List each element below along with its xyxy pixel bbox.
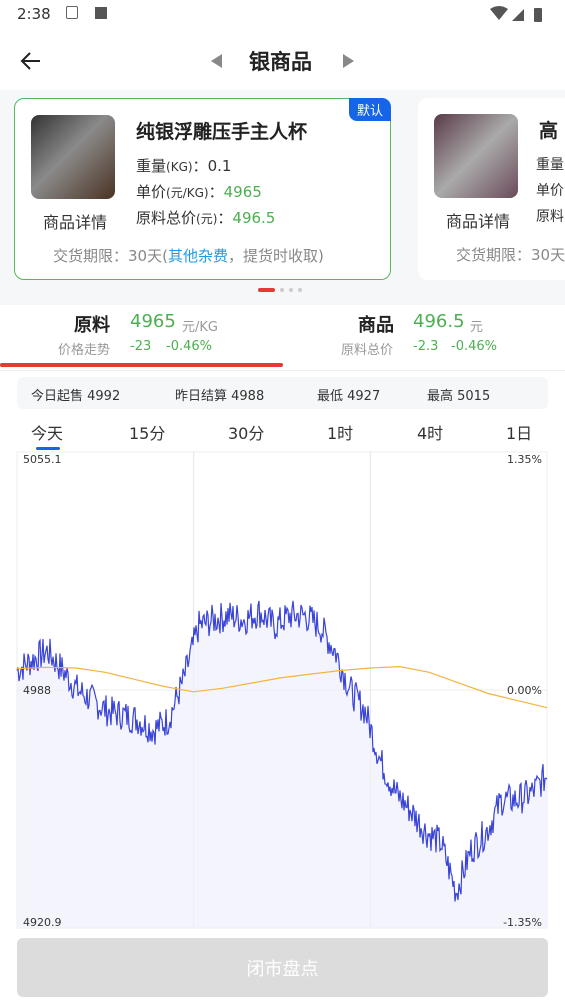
y-tick-bottom: 4920.9 bbox=[23, 916, 62, 929]
carousel-indicator bbox=[258, 288, 302, 292]
total-price-row: 原料总价(元)：496.5 bbox=[136, 209, 276, 227]
raw-label: 原料 bbox=[74, 315, 110, 336]
raw-price: 4965 bbox=[130, 311, 176, 332]
weight-row: 重量(KG)：0.1 bbox=[136, 157, 232, 175]
period-tabs: 今天 15分 30分 1时 4时 1日 bbox=[0, 416, 565, 452]
pct-tick-top: 1.35% bbox=[507, 453, 542, 466]
open-price: 今日起售 4992 bbox=[31, 389, 121, 404]
tab-15min[interactable]: 15分 bbox=[129, 420, 165, 444]
price-summary: 原料 4965 元/KG 价格走势 -23 -0.46% 商品 496.5 元 … bbox=[0, 305, 565, 371]
market-close-inventory-button[interactable]: 闭市盘点 bbox=[17, 938, 548, 997]
status-bar: 2:38 bbox=[0, 0, 565, 30]
pct-tick-bottom: -1.35% bbox=[503, 916, 542, 929]
product-card[interactable]: 商品详情 纯银浮雕压手主人杯 重量(KG)：0.1 单价(元/KG)：4965 … bbox=[14, 98, 391, 280]
product-carousel[interactable]: 商品详情 纯银浮雕压手主人杯 重量(KG)：0.1 单价(元/KG)：4965 … bbox=[0, 90, 565, 305]
product-name: 高 bbox=[539, 120, 559, 142]
page-title: 银商品 bbox=[249, 50, 312, 74]
total-price-row: 原料 bbox=[536, 209, 564, 225]
product-name: 纯银浮雕压手主人杯 bbox=[136, 121, 308, 143]
wifi-icon bbox=[490, 6, 508, 20]
y-tick-top: 5055.1 bbox=[23, 453, 62, 466]
active-tab-underline bbox=[0, 363, 283, 367]
goods-label: 商品 bbox=[358, 315, 394, 336]
raw-sub-label: 价格走势 bbox=[58, 343, 111, 358]
market-info-bar: 今日起售 4992 昨日结算 4988 最低 4927 最高 5015 bbox=[17, 377, 548, 409]
tab-1day[interactable]: 1日 bbox=[506, 420, 532, 444]
product-image[interactable] bbox=[31, 115, 115, 199]
goods-tab[interactable]: 商品 496.5 元 原料总价 -2.3 -0.46% bbox=[283, 305, 565, 371]
other-fees-link[interactable]: 其他杂费 bbox=[168, 247, 228, 265]
default-badge: 默认 bbox=[348, 98, 391, 121]
raw-pct: -0.46% bbox=[166, 339, 212, 354]
clipboard-icon bbox=[66, 6, 78, 19]
a-box-icon bbox=[95, 7, 107, 19]
triangle-left-icon[interactable] bbox=[211, 54, 223, 68]
settle-price: 昨日结算 4988 bbox=[175, 389, 265, 404]
product-detail-link[interactable]: 商品详情 bbox=[25, 209, 125, 233]
low-price: 最低 4927 bbox=[317, 389, 381, 404]
goods-change: -2.3 bbox=[413, 339, 439, 354]
arrow-left-icon[interactable] bbox=[20, 50, 42, 72]
delivery-term: 交货期限：30天 bbox=[456, 246, 565, 264]
battery-icon bbox=[534, 8, 542, 22]
high-price: 最高 5015 bbox=[427, 389, 491, 404]
pct-tick-mid: 0.00% bbox=[507, 684, 542, 697]
tab-30min[interactable]: 30分 bbox=[228, 420, 264, 444]
header: 银商品 bbox=[0, 36, 565, 86]
goods-sub-label: 原料总价 bbox=[341, 343, 394, 358]
goods-price: 496.5 bbox=[413, 311, 465, 332]
signal-icon bbox=[512, 9, 524, 21]
goods-pct: -0.46% bbox=[451, 339, 497, 354]
unit-price-row: 单价(元/KG)：4965 bbox=[136, 183, 262, 201]
product-image[interactable] bbox=[434, 114, 518, 198]
raw-change: -23 bbox=[130, 339, 152, 354]
y-tick-mid: 4988 bbox=[23, 684, 51, 697]
delivery-term: 交货期限：30天(其他杂费，提货时收取) bbox=[53, 247, 324, 265]
product-detail-link[interactable]: 商品详情 bbox=[428, 208, 528, 232]
status-time: 2:38 bbox=[17, 5, 51, 23]
weight-row: 重量 bbox=[536, 157, 564, 173]
price-area bbox=[17, 600, 547, 928]
tab-1hour[interactable]: 1时 bbox=[327, 420, 353, 444]
unit-price-row: 单价 bbox=[536, 183, 564, 199]
product-card[interactable]: 商品详情 高 重量 单价 原料 交货期限：30天 bbox=[418, 98, 565, 280]
triangle-right-icon[interactable] bbox=[342, 54, 354, 68]
tab-4hour[interactable]: 4时 bbox=[417, 420, 443, 444]
goods-unit: 元 bbox=[470, 320, 484, 335]
system-icons bbox=[490, 6, 542, 22]
price-chart: 5055.1 4988 4920.9 1.35% 0.00% -1.35% bbox=[16, 451, 548, 929]
tab-today[interactable]: 今天 bbox=[31, 420, 63, 444]
raw-material-tab[interactable]: 原料 4965 元/KG 价格走势 -23 -0.46% bbox=[0, 305, 283, 371]
raw-unit: 元/KG bbox=[182, 320, 218, 335]
